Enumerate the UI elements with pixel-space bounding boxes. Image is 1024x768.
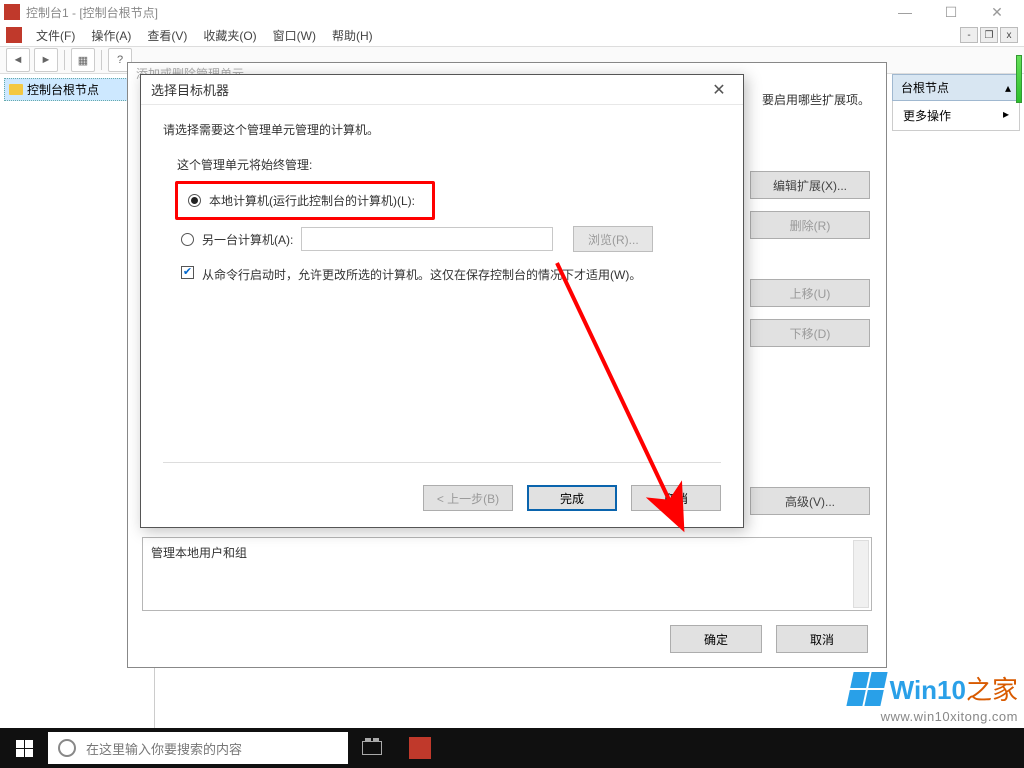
prompt-text: 请选择需要这个管理单元管理的计算机。 [163,121,721,138]
description-text: 管理本地用户和组 [151,546,247,560]
group-label: 这个管理单元将始终管理: [177,156,721,173]
menu-view[interactable]: 查看(V) [141,25,193,46]
dialog-body: 请选择需要这个管理单元管理的计算机。 这个管理单元将始终管理: 本地计算机(运行… [141,105,743,299]
watermark: Win10之家 www.win10xitong.com [850,670,1018,724]
search-placeholder: 在这里输入你要搜索的内容 [86,739,242,758]
dialog-title: 选择目标机器 [151,80,229,99]
ok-button[interactable]: 确定 [670,625,762,653]
doc-icon [6,27,22,43]
search-box[interactable]: 在这里输入你要搜索的内容 [48,732,348,764]
menu-window[interactable]: 窗口(W) [267,25,322,46]
cancel-button[interactable]: 取消 [776,625,868,653]
start-button[interactable] [0,728,48,768]
select-target-dialog: 选择目标机器 ✕ 请选择需要这个管理单元管理的计算机。 这个管理单元将始终管理:… [140,74,744,528]
window-controls: — ☐ ✕ [882,1,1020,23]
minimize-button[interactable]: — [882,1,928,23]
dialog-button-row: < 上一步(B) 完成 取消 [423,485,721,511]
windows-icon [846,672,887,706]
allow-change-label: 从命令行启动时，允许更改所选的计算机。这仅在保存控制台的情况下才适用(W)。 [202,266,641,283]
move-down-button: 下移(D) [750,319,870,347]
description-box: 管理本地用户和组 [142,537,872,611]
scrollbar[interactable] [853,540,869,608]
dialog-titlebar: 选择目标机器 ✕ [141,75,743,105]
move-up-button: 上移(U) [750,279,870,307]
forward-button[interactable]: ► [34,48,58,72]
bg-hint: 要启用哪些扩展项。 [762,91,870,108]
back-button[interactable]: ◄ [6,48,30,72]
menu-favorites[interactable]: 收藏夹(O) [197,25,262,46]
menu-action[interactable]: 操作(A) [85,25,137,46]
delete-button: 删除(R) [750,211,870,239]
brand-part1: Win10 [890,675,966,705]
back-button: < 上一步(B) [423,485,513,511]
radio-local[interactable] [188,194,201,207]
finish-button[interactable]: 完成 [527,485,617,511]
folder-icon [9,84,23,95]
bg-side-buttons: 编辑扩展(X)... 删除(R) 上移(U) 下移(D) 高级(V)... [750,171,870,515]
close-button[interactable]: ✕ [974,1,1020,23]
cancel-button[interactable]: 取消 [631,485,721,511]
windows-icon [16,740,33,757]
mdi-controls: - ❐ x [960,27,1018,43]
window-title: 控制台1 - [控制台根节点] [26,4,882,21]
mdi-close[interactable]: x [1000,27,1018,43]
chevron-up-icon[interactable]: ▴ [1005,81,1011,95]
radio-other-row: 另一台计算机(A): 浏览(R)... [181,226,721,252]
browse-button: 浏览(R)... [573,226,653,252]
dialog-close-button[interactable]: ✕ [705,80,733,100]
actions-more[interactable]: 更多操作 ▸ [892,101,1020,131]
edit-extensions-button[interactable]: 编辑扩展(X)... [750,171,870,199]
radio-local-label: 本地计算机(运行此控制台的计算机)(L): [209,192,415,209]
taskbar-app-mmc[interactable] [396,728,444,768]
allow-change-checkbox[interactable]: ✔ [181,266,194,279]
chevron-right-icon: ▸ [1003,107,1009,124]
mmc-icon [409,737,431,759]
menu-file[interactable]: 文件(F) [30,25,81,46]
mdi-restore[interactable]: ❐ [980,27,998,43]
brand-part2: 之家 [966,675,1018,705]
menu-help[interactable]: 帮助(H) [326,25,379,46]
actions-pane: 台根节点 ▴ 更多操作 ▸ [892,74,1020,131]
app-icon [4,4,20,20]
watermark-logo: Win10之家 [850,670,1018,707]
separator [64,50,65,70]
taskview-icon [362,741,382,755]
highlight-box: 本地计算机(运行此控制台的计算机)(L): [175,181,435,220]
more-actions-label: 更多操作 [903,107,951,124]
bg-bottom-buttons: 确定 取消 [670,625,868,653]
advanced-button[interactable]: 高级(V)... [750,487,870,515]
watermark-url: www.win10xitong.com [850,709,1018,724]
task-view-button[interactable] [348,728,396,768]
actions-title: 台根节点 [901,79,949,96]
allow-change-row: ✔ 从命令行启动时，允许更改所选的计算机。这仅在保存控制台的情况下才适用(W)。 [181,266,721,283]
radio-other[interactable] [181,233,194,246]
recorder-indicator [1016,55,1022,103]
show-hide-button[interactable]: ▦ [71,48,95,72]
menu-bar: 文件(F) 操作(A) 查看(V) 收藏夹(O) 窗口(W) 帮助(H) - ❐… [0,24,1024,46]
radio-other-label: 另一台计算机(A): [202,231,293,248]
actions-header: 台根节点 ▴ [892,74,1020,101]
taskbar: 在这里输入你要搜索的内容 [0,728,1024,768]
title-bar: 控制台1 - [控制台根节点] — ☐ ✕ [0,0,1024,24]
mdi-min[interactable]: - [960,27,978,43]
separator [101,50,102,70]
cortana-icon [58,739,76,757]
separator-line [163,462,721,463]
other-computer-input[interactable] [301,227,553,251]
tree-root-label: 控制台根节点 [27,81,99,98]
maximize-button[interactable]: ☐ [928,1,974,23]
